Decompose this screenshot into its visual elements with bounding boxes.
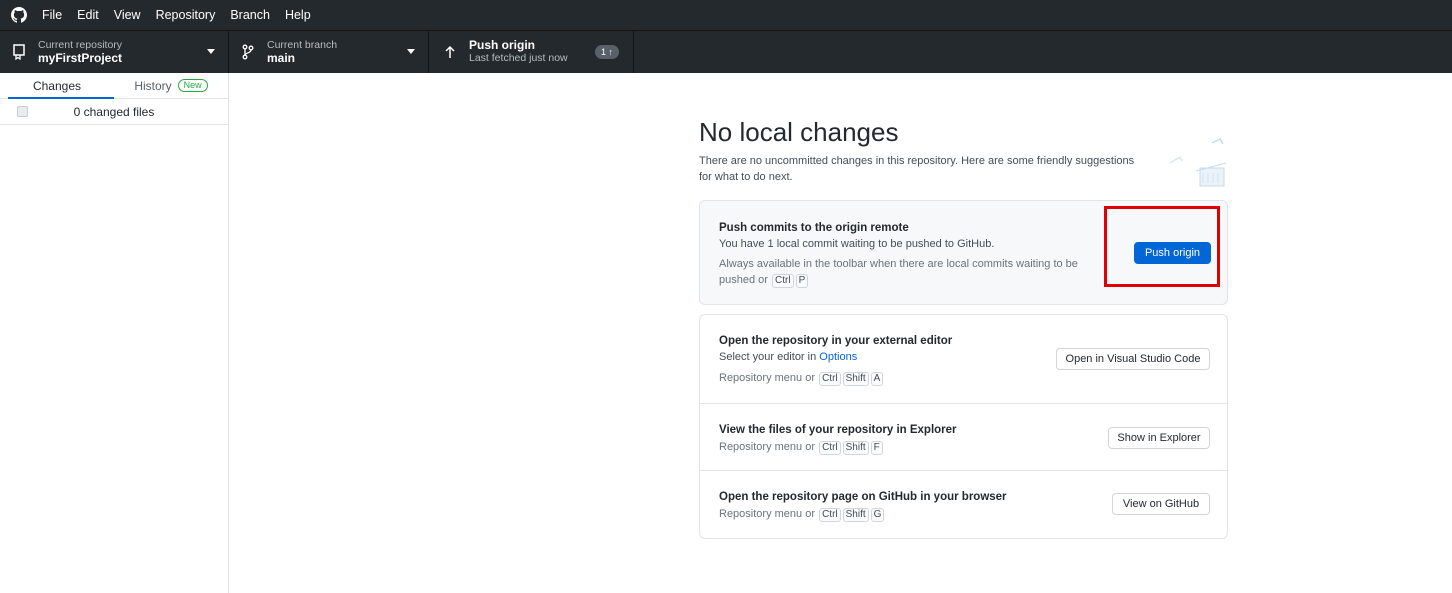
kbd-ctrl: Ctrl bbox=[819, 508, 841, 522]
editor-card-title: Open the repository in your external edi… bbox=[719, 335, 953, 347]
github-card-title: Open the repository page on GitHub in yo… bbox=[719, 491, 1007, 503]
kbd-p: P bbox=[795, 274, 809, 288]
tab-changes-label: Changes bbox=[32, 78, 82, 93]
page-title: No local changes bbox=[699, 117, 899, 147]
last-fetched-text: Last fetched just now bbox=[469, 52, 568, 64]
highlight-box bbox=[1104, 206, 1220, 287]
push-card-title: Push commits to the origin remote bbox=[719, 222, 909, 234]
empty-state-illustration-icon bbox=[1150, 113, 1232, 193]
tab-history[interactable]: History New bbox=[114, 73, 228, 98]
kbd-a: A bbox=[870, 372, 884, 386]
explorer-card-hint-text: Repository menu or bbox=[719, 441, 815, 453]
open-in-editor-button[interactable]: Open in Visual Studio Code bbox=[1056, 348, 1210, 370]
commits-ahead-badge: 1 ↑ bbox=[594, 45, 619, 59]
push-origin-title: Push origin bbox=[469, 38, 535, 52]
show-in-explorer-button[interactable]: Show in Explorer bbox=[1108, 427, 1210, 449]
sidebar-tabs: Changes History New bbox=[0, 73, 228, 99]
menu-bar: File Edit View Repository Branch Help bbox=[0, 0, 1452, 30]
menu-help[interactable]: Help bbox=[285, 8, 311, 22]
kbd-f: F bbox=[870, 441, 883, 455]
new-badge: New bbox=[177, 79, 208, 92]
github-card-hint-text: Repository menu or bbox=[719, 508, 815, 520]
kbd-ctrl: Ctrl bbox=[819, 441, 841, 455]
push-origin-toolbar-button[interactable]: Push origin Last fetched just now 1 ↑ bbox=[429, 31, 634, 73]
toolbar: Current repository myFirstProject Curren… bbox=[0, 30, 1452, 73]
menu-file[interactable]: File bbox=[42, 8, 62, 22]
editor-card-desc-text: Select your editor in bbox=[719, 351, 817, 363]
current-repository-button[interactable]: Current repository myFirstProject bbox=[0, 31, 229, 73]
menu-view[interactable]: View bbox=[114, 8, 141, 22]
editor-card-hint: Repository menu or Ctrl Shift A bbox=[719, 370, 884, 386]
main-content: No local changes There are no uncommitte… bbox=[230, 73, 1452, 593]
push-card-description: You have 1 local commit waiting to be pu… bbox=[719, 238, 995, 250]
explorer-suggestion-row: View the files of your repository in Exp… bbox=[700, 403, 1227, 470]
git-branch-icon bbox=[239, 44, 257, 60]
github-card-hint: Repository menu or Ctrl Shift G bbox=[719, 506, 885, 522]
menu-branch[interactable]: Branch bbox=[230, 8, 270, 22]
arrow-up-icon bbox=[441, 45, 459, 59]
kbd-ctrl: Ctrl bbox=[819, 372, 841, 386]
changed-files-count: 0 changed files bbox=[73, 104, 155, 119]
current-branch-button[interactable]: Current branch main bbox=[229, 31, 429, 73]
explorer-card-hint: Repository menu or Ctrl Shift F bbox=[719, 439, 884, 455]
kbd-shift: Shift bbox=[842, 441, 869, 455]
changed-files-header: 0 changed files bbox=[0, 99, 228, 125]
github-logo-icon bbox=[10, 6, 28, 24]
suggestions-card: Open the repository in your external edi… bbox=[699, 314, 1228, 539]
kbd-shift: Shift bbox=[842, 508, 869, 522]
chevron-down-icon bbox=[407, 49, 415, 54]
current-repository-value: myFirstProject bbox=[38, 51, 123, 65]
explorer-card-title: View the files of your repository in Exp… bbox=[719, 424, 957, 436]
kbd-shift: Shift bbox=[842, 372, 869, 386]
chevron-down-icon bbox=[207, 49, 215, 54]
push-commits-card: Push commits to the origin remote You ha… bbox=[699, 200, 1228, 305]
page-subtitle: There are no uncommitted changes in this… bbox=[699, 155, 1135, 183]
sidebar: Changes History New 0 changed files bbox=[0, 73, 229, 593]
kbd-g: G bbox=[870, 508, 885, 522]
editor-card-hint-text: Repository menu or bbox=[719, 372, 815, 384]
tab-history-label: History bbox=[134, 78, 172, 93]
kbd-ctrl: Ctrl bbox=[772, 274, 794, 288]
options-link[interactable]: Options bbox=[819, 351, 857, 363]
repo-icon bbox=[10, 44, 28, 60]
push-card-hint: Always available in the toolbar when the… bbox=[719, 256, 1089, 288]
view-on-github-button[interactable]: View on GitHub bbox=[1112, 493, 1210, 515]
menu-repository[interactable]: Repository bbox=[156, 8, 216, 22]
current-branch-value: main bbox=[267, 51, 296, 65]
editor-card-description: Select your editor in Options bbox=[719, 351, 857, 363]
github-suggestion-row: Open the repository page on GitHub in yo… bbox=[700, 470, 1227, 538]
tab-changes[interactable]: Changes bbox=[0, 73, 114, 99]
editor-suggestion-row: Open the repository in your external edi… bbox=[700, 315, 1227, 403]
menu-edit[interactable]: Edit bbox=[77, 8, 99, 22]
